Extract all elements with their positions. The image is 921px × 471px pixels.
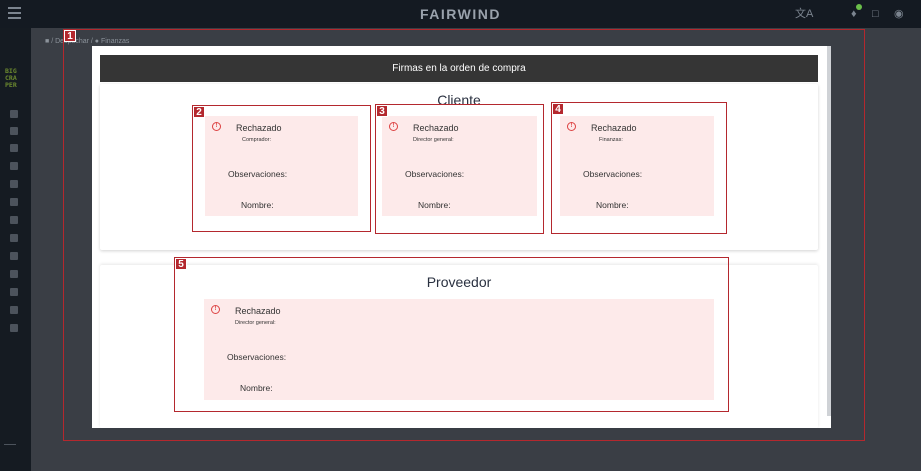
sidebar-item-reports-icon[interactable] — [10, 234, 18, 242]
sidebar-item-dashboard-icon[interactable] — [10, 110, 18, 118]
sidebar: BIG CRA PER — [0, 28, 31, 471]
top-bar: FAIRWIND 文A ♦ □ ◉ — [0, 0, 921, 28]
sidebar-item-help-icon[interactable] — [10, 288, 18, 296]
annotation-label: 2 — [193, 106, 205, 118]
sidebar-item-documents-icon[interactable] — [10, 198, 18, 206]
sidebar-item-tasks-icon[interactable] — [10, 144, 18, 152]
sidebar-item-users-icon[interactable] — [10, 252, 18, 260]
annotation-label: 5 — [175, 258, 187, 270]
annotation-label: 3 — [376, 105, 388, 117]
annotation-box-2: 2 — [192, 105, 371, 232]
annotation-label: 4 — [552, 103, 564, 115]
annotation-box-3: 3 — [375, 104, 544, 234]
chat-icon[interactable]: □ — [872, 7, 879, 21]
annotation-label: 1 — [64, 30, 76, 42]
user-icon[interactable]: ◉ — [894, 7, 904, 21]
bell-icon[interactable]: ♦ — [851, 7, 857, 21]
translate-icon[interactable]: 文A — [795, 7, 813, 21]
sidebar-item-tags-icon[interactable] — [10, 180, 18, 188]
sidebar-item-exit-icon[interactable] — [10, 324, 18, 332]
annotation-box-4: 4 — [551, 102, 727, 234]
brand-logo: FAIRWIND — [420, 6, 501, 22]
sidebar-item-settings-icon[interactable] — [10, 216, 18, 224]
annotation-box-5: 5 — [174, 257, 729, 412]
sidebar-item-add-icon[interactable] — [10, 162, 18, 170]
sidebar-item-search-icon[interactable] — [10, 306, 18, 314]
notification-badge — [856, 4, 862, 10]
sidebar-item-book-icon[interactable] — [10, 270, 18, 278]
home-icon[interactable]: ■ — [45, 38, 49, 45]
sidebar-logo: BIG CRA PER — [5, 67, 17, 89]
sidebar-divider — [4, 444, 16, 445]
sidebar-item-orders-icon[interactable] — [10, 127, 18, 135]
